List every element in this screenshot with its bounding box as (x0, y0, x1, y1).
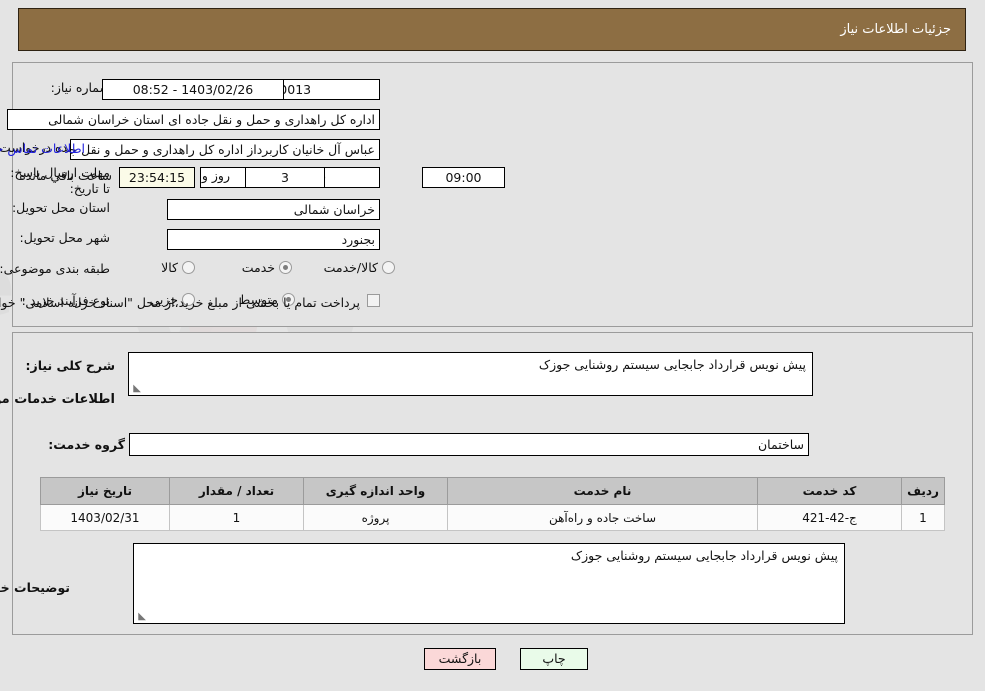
buyer-notes-label: توضیحات خریدار: (0, 580, 70, 595)
services-section-title: اطلاعات خدمات مورد نیاز (0, 392, 115, 407)
col-row-no: ردیف (901, 477, 945, 505)
remaining-timer-value: 23:54:15 (119, 167, 195, 188)
resize-grip-icon[interactable]: ◣ (131, 384, 141, 394)
classification-option-kala-khedmat-label: کالا/خدمت (323, 260, 378, 275)
general-desc-textarea[interactable]: پیش نویس قرارداد جابجایی سیستم روشنایی ج… (128, 352, 813, 396)
treasury-bond-checkbox[interactable] (367, 294, 380, 307)
cell-quantity: 1 (169, 504, 304, 531)
col-need-date: تاریخ نیاز (40, 477, 170, 505)
table-header-row: ردیف کد خدمت نام خدمت واحد اندازه گیری ت… (40, 477, 945, 505)
remaining-days-value: 3 (245, 167, 325, 188)
service-group-label: گروه خدمت: (48, 437, 125, 452)
buyer-notes-textarea[interactable]: پیش نویس قرارداد جابجایی سیستم روشنایی ج… (133, 543, 845, 624)
classification-option-khedmat-label: خدمت (241, 260, 275, 275)
buyer-notes-value: پیش نویس قرارداد جابجایی سیستم روشنایی ج… (570, 548, 838, 563)
page-root: AriaTender.net جزئیات اطلاعات نیاز شماره… (0, 0, 985, 691)
col-unit: واحد اندازه گیری (303, 477, 448, 505)
province-label: استان محل تحویل: (11, 200, 110, 215)
back-button[interactable]: بازگشت (424, 648, 496, 670)
print-button[interactable]: چاپ (520, 648, 588, 670)
service-group-value: ساختمان (129, 433, 809, 456)
col-service-code: کد خدمت (757, 477, 902, 505)
buyer-contact-link[interactable]: اطلاعات تماس خریدار (0, 141, 85, 156)
cell-unit: پروژه (303, 504, 448, 531)
cell-need-date: 1403/02/31 (40, 504, 170, 531)
classification-option-kala-khedmat[interactable]: کالا/خدمت (310, 260, 395, 275)
general-desc-value: پیش نویس قرارداد جابجایی سیستم روشنایی ج… (538, 357, 806, 372)
city-label: شهر محل تحویل: (19, 230, 110, 245)
requester-value: عباس آل خانیان کاربرداز اداره کل راهداری… (70, 139, 380, 160)
general-desc-label: شرح کلی نیاز: (25, 358, 115, 373)
page-title: جزئیات اطلاعات نیاز (840, 22, 951, 37)
classification-option-kala[interactable]: کالا (147, 260, 195, 275)
services-table: ردیف کد خدمت نام خدمت واحد اندازه گیری ت… (40, 477, 945, 531)
col-service-name: نام خدمت (447, 477, 758, 505)
remaining-days-label: روز و (201, 168, 230, 183)
classification-label: طبقه بندی موضوعی: (0, 261, 110, 276)
page-title-bar: جزئیات اطلاعات نیاز (18, 8, 966, 51)
treasury-note: پرداخت تمام یا بخشی از مبلغ خرید،از محل … (0, 295, 360, 310)
cell-service-name: ساخت جاده و راه‌آهن (447, 504, 758, 531)
col-quantity: تعداد / مقدار (169, 477, 304, 505)
buyer-org-value: اداره کل راهداری و حمل و نقل جاده ای است… (7, 109, 380, 130)
deadline-hour-value: 09:00 (422, 167, 505, 188)
province-value: خراسان شمالی (167, 199, 380, 220)
need-info-panel (12, 62, 973, 327)
resize-grip-icon-2[interactable]: ◣ (136, 612, 146, 622)
public-announce-value: 1403/02/26 - 08:52 (102, 79, 284, 100)
classification-option-kala-label: کالا (161, 260, 178, 275)
cell-row-no: 1 (901, 504, 945, 531)
classification-option-khedmat[interactable]: خدمت (228, 260, 292, 275)
cell-service-code: ج-42-421 (757, 504, 902, 531)
table-row[interactable]: 1 ج-42-421 ساخت جاده و راه‌آهن پروژه 1 1… (40, 504, 945, 531)
remaining-suffix-label: ساعت باقي مانده (19, 168, 112, 183)
radio-kala-khedmat-icon[interactable] (382, 261, 395, 274)
city-value: بجنورد (167, 229, 380, 250)
radio-kala-icon[interactable] (182, 261, 195, 274)
radio-khedmat-icon[interactable] (279, 261, 292, 274)
